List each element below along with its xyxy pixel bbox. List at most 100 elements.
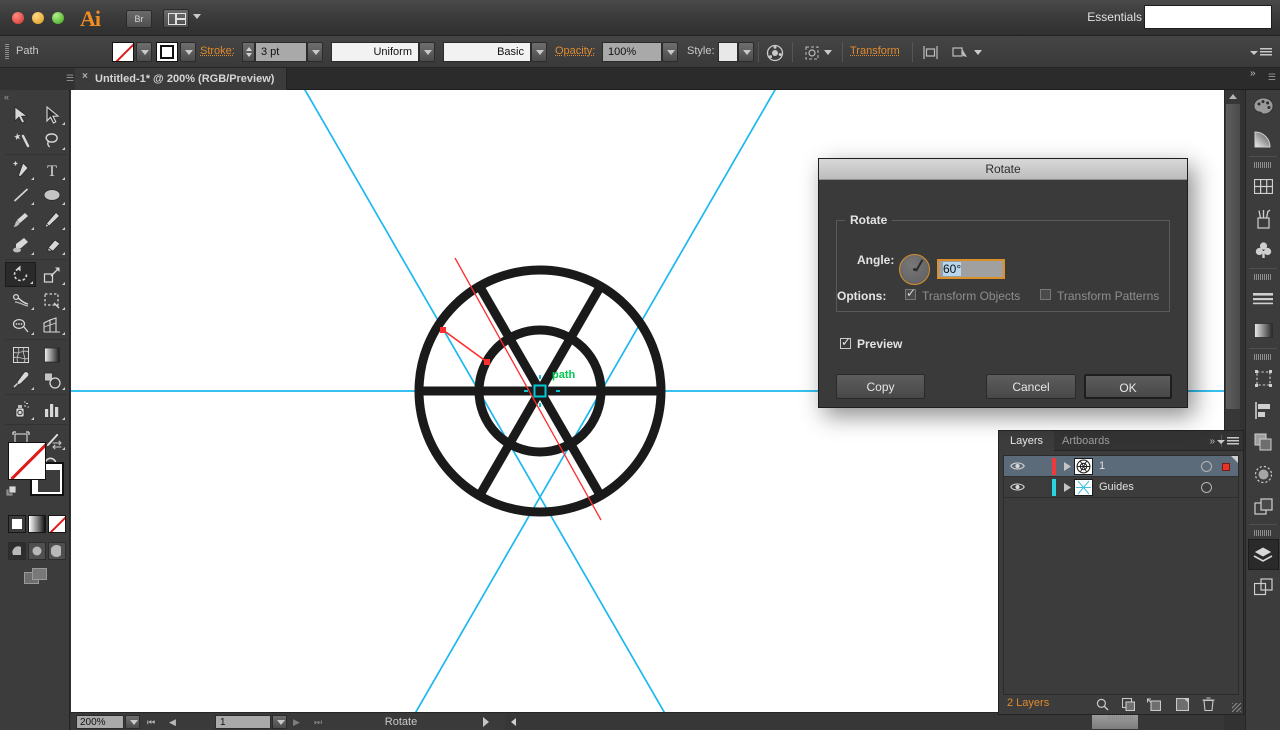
transform-button[interactable]: Transform: [850, 45, 900, 57]
fill-dropdown[interactable]: [136, 42, 152, 62]
chevron-down-icon[interactable]: [193, 14, 201, 19]
layer-target-icon[interactable]: [1201, 461, 1212, 472]
scale-tool[interactable]: [36, 262, 67, 287]
scroll-left-icon[interactable]: [511, 718, 516, 726]
layer-name[interactable]: 1: [1099, 460, 1105, 472]
color-mode-buttons[interactable]: [8, 515, 66, 533]
transform-patterns-label[interactable]: Transform Patterns: [1057, 289, 1159, 303]
preview-label[interactable]: Preview: [857, 337, 902, 351]
transform-objects-checkbox[interactable]: [905, 286, 916, 300]
pathfinder-panel-icon[interactable]: [1248, 427, 1279, 458]
table-row[interactable]: 1: [1004, 456, 1238, 477]
vertical-scroll-thumb[interactable]: [1226, 104, 1240, 409]
status-menu-icon[interactable]: [483, 717, 489, 727]
graphic-style-dropdown[interactable]: [738, 42, 754, 62]
brush-definition-select[interactable]: Basic: [443, 42, 531, 62]
draw-normal-icon[interactable]: [8, 542, 26, 560]
cancel-button[interactable]: Cancel: [986, 374, 1076, 399]
gradient-mode-icon[interactable]: [28, 515, 46, 533]
make-mask-icon[interactable]: [1121, 697, 1135, 711]
angle-dial[interactable]: [899, 254, 930, 285]
shape-builder-tool[interactable]: [5, 312, 36, 337]
stroke-weight-dropdown[interactable]: [307, 42, 323, 62]
dock-group-grip[interactable]: [1254, 274, 1272, 280]
collapse-panel-icon[interactable]: »: [1209, 436, 1215, 447]
brushes-panel-icon[interactable]: [1248, 203, 1279, 234]
artboard-navigation-dropdown[interactable]: [272, 715, 287, 729]
table-row[interactable]: Guides: [1004, 477, 1238, 498]
chevron-down-icon[interactable]: [974, 50, 982, 55]
tab-layers[interactable]: Layers: [999, 431, 1055, 451]
fill-swatch-button[interactable]: [112, 42, 134, 62]
layer-visibility-icon[interactable]: [1004, 461, 1030, 471]
dock-group-grip[interactable]: [1254, 162, 1272, 168]
stroke-weight-input[interactable]: 3 pt: [255, 42, 307, 62]
opacity-input[interactable]: 100%: [602, 42, 662, 62]
layer-name[interactable]: Guides: [1099, 481, 1134, 493]
fill-stroke-indicator[interactable]: ⇄: [5, 438, 64, 500]
width-tool[interactable]: [5, 287, 36, 312]
tab-bar-menu[interactable]: ☰: [1268, 72, 1276, 83]
gradient-panel-icon[interactable]: [1248, 315, 1279, 346]
none-mode-icon[interactable]: [48, 515, 66, 533]
tools-panel-grip[interactable]: «: [4, 92, 9, 102]
tab-artboards[interactable]: Artboards: [1051, 431, 1121, 451]
align-panel-icon[interactable]: [1248, 395, 1279, 426]
panel-drag-handle[interactable]: [1108, 715, 1134, 720]
layers-panel-menu[interactable]: [1217, 437, 1239, 449]
ellipse-tool[interactable]: [36, 182, 67, 207]
next-artboard-button[interactable]: ▶: [293, 717, 303, 728]
stroke-weight-label[interactable]: Stroke:: [200, 45, 235, 57]
align-panel-icon[interactable]: [922, 45, 939, 63]
scroll-up-icon[interactable]: [1229, 94, 1237, 99]
layers-panel-icon[interactable]: [1247, 539, 1279, 570]
copy-button[interactable]: Copy: [836, 374, 925, 399]
stroke-weight-stepper[interactable]: [242, 42, 255, 62]
opacity-label[interactable]: Opacity:: [555, 45, 595, 57]
artboard-number-input[interactable]: 1: [215, 715, 271, 729]
gradient-tool[interactable]: [36, 342, 67, 367]
create-sublayer-icon[interactable]: [1147, 697, 1161, 711]
opacity-dropdown[interactable]: [662, 42, 678, 62]
blend-tool[interactable]: [36, 367, 67, 392]
symbols-panel-icon[interactable]: [1248, 235, 1279, 266]
screen-mode-button[interactable]: [24, 568, 48, 589]
chevron-down-icon[interactable]: [824, 50, 832, 55]
draw-behind-icon[interactable]: [28, 542, 46, 560]
stroke-profile-dropdown[interactable]: [419, 42, 435, 62]
default-fill-stroke-icon[interactable]: [5, 485, 18, 498]
transform-patterns-checkbox[interactable]: [1040, 289, 1051, 300]
search-input[interactable]: [1144, 5, 1272, 29]
expand-panels-icon[interactable]: »: [1250, 68, 1256, 79]
column-graph-tool[interactable]: [36, 397, 67, 422]
recolor-artwork-button[interactable]: [766, 44, 784, 65]
expand-layer-icon[interactable]: [1060, 461, 1074, 471]
transparency-panel-icon[interactable]: [1248, 459, 1279, 490]
previous-artboard-button[interactable]: ◀: [169, 717, 179, 728]
color-guide-icon[interactable]: [1248, 123, 1279, 154]
stroke-swatch-button[interactable]: [156, 42, 178, 62]
draw-inside-icon[interactable]: [48, 542, 66, 560]
ok-button[interactable]: OK: [1084, 374, 1172, 399]
stroke-dropdown[interactable]: [180, 42, 196, 62]
control-panel-menu[interactable]: [1250, 48, 1272, 60]
minimize-window-button[interactable]: [32, 12, 44, 24]
document-tab[interactable]: × Untitled-1* @ 200% (RGB/Preview): [75, 68, 288, 90]
close-icon[interactable]: ×: [82, 72, 90, 82]
swatches-panel-icon[interactable]: [1248, 171, 1279, 202]
panel-resize-handle[interactable]: [1232, 703, 1241, 712]
angle-input[interactable]: 60°: [937, 259, 1005, 279]
free-transform-tool[interactable]: [36, 287, 67, 312]
control-bar-grip[interactable]: [5, 44, 9, 60]
magic-wand-tool[interactable]: [5, 127, 36, 152]
clipping-mask-icon[interactable]: [952, 45, 969, 63]
create-new-layer-icon[interactable]: [1175, 697, 1189, 711]
dock-group-grip[interactable]: [1254, 354, 1272, 360]
rotate-tool[interactable]: [5, 262, 36, 287]
transform-objects-label[interactable]: Transform Objects: [922, 289, 1020, 303]
graphic-style-swatch[interactable]: [718, 42, 738, 62]
pen-tool[interactable]: [5, 157, 36, 182]
symbol-sprayer-tool[interactable]: [5, 397, 36, 422]
color-mode-icon[interactable]: [8, 515, 26, 533]
workspace-switcher[interactable]: Essentials: [1087, 10, 1142, 24]
